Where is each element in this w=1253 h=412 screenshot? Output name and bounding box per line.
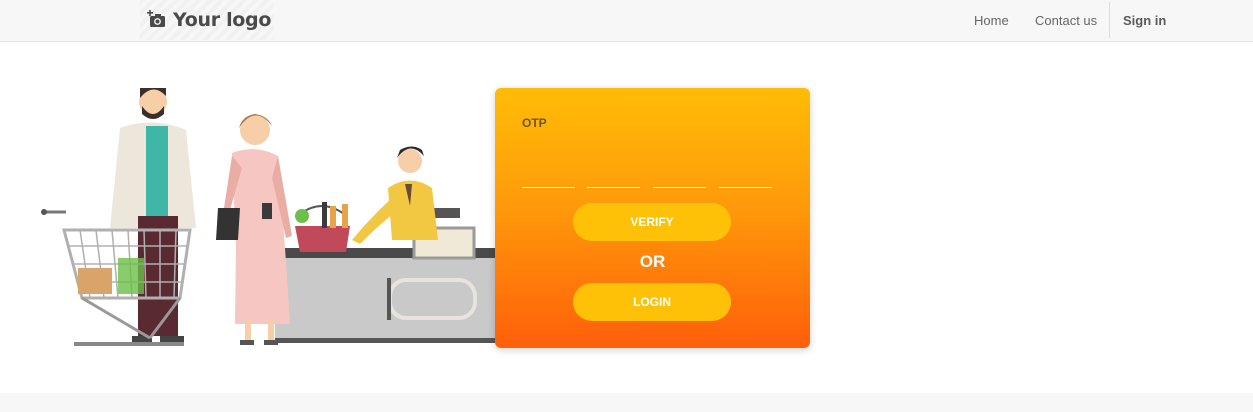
otp-card: OTP VERIFY OR LOGIN [495,88,810,348]
brand-logo[interactable]: Your logo [140,0,274,40]
nav-contact-link[interactable]: Contact us [1035,0,1097,40]
otp-digit-input-2[interactable] [587,187,640,188]
top-navbar: Your logo Home Contact us Sign in [0,0,1253,42]
verify-button[interactable]: VERIFY [573,203,731,241]
camera-add-icon [147,10,165,27]
nav-signin-link[interactable]: Sign in [1123,0,1166,40]
or-separator: OR [639,252,666,271]
footer-bar [0,393,1253,412]
nav-home-link[interactable]: Home [974,0,1009,40]
otp-digit-input-1[interactable] [522,187,575,188]
logo-text: Your logo [173,9,272,31]
otp-digit-input-4[interactable] [719,187,772,188]
otp-digit-input-3[interactable] [653,187,706,188]
shopping-checkout-illustration [0,88,497,348]
nav-divider [1109,2,1110,38]
otp-label: OTP [522,116,547,130]
login-button[interactable]: LOGIN [573,283,731,321]
